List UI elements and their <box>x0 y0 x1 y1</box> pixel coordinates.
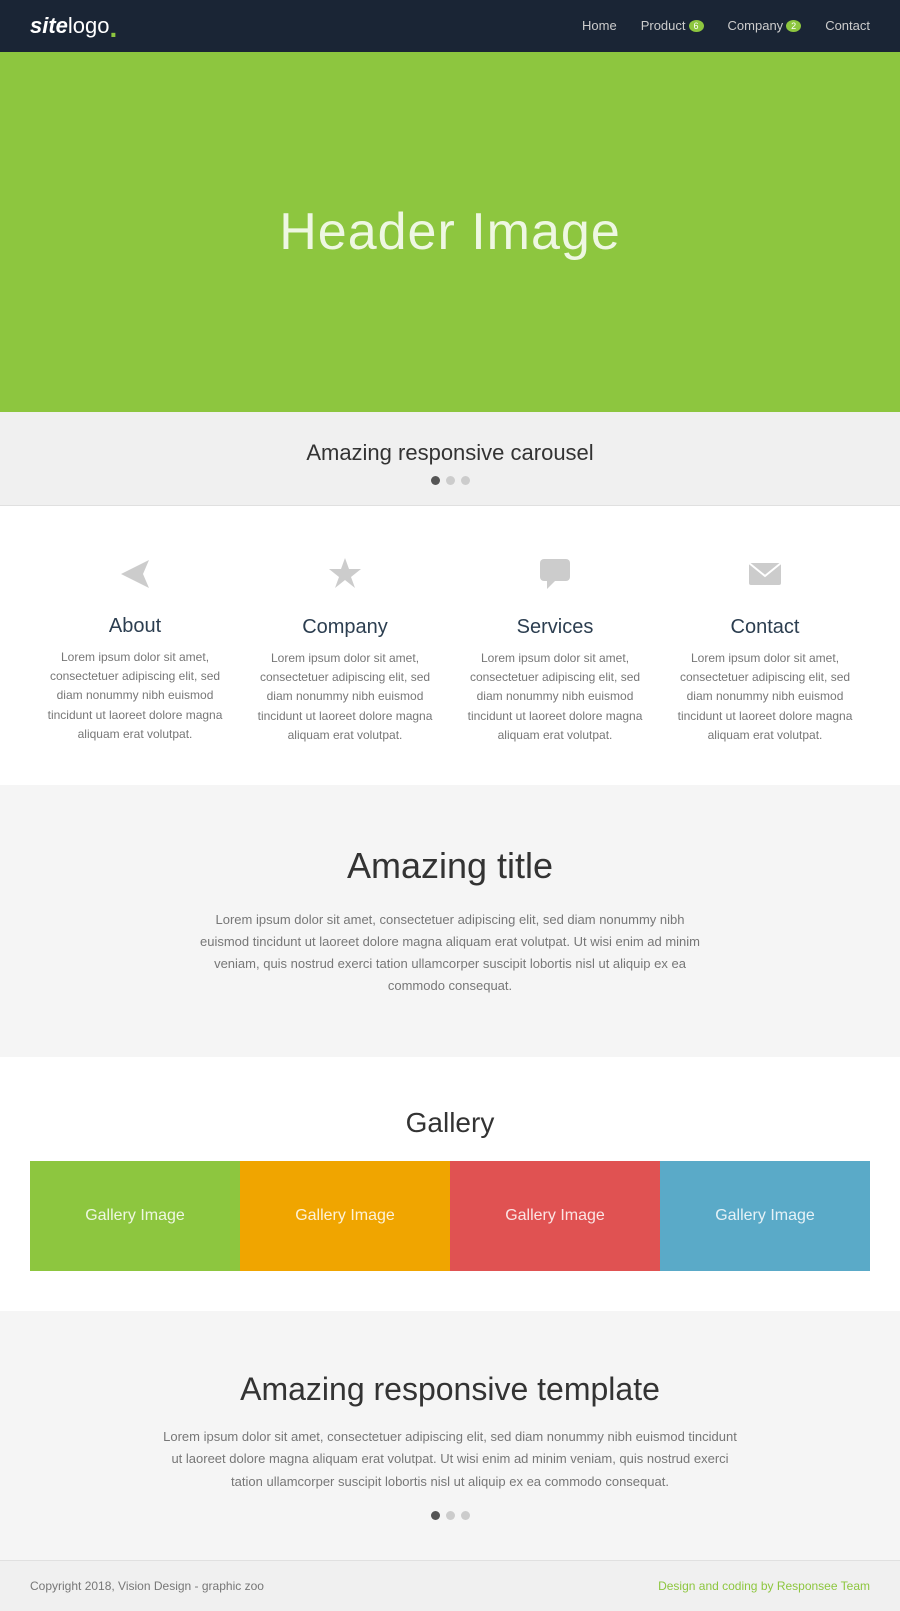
nav-item-product[interactable]: Product6 <box>641 17 704 35</box>
carousel-dot-3[interactable] <box>461 476 470 485</box>
feature-services-title: Services <box>460 616 650 639</box>
product-badge: 6 <box>689 20 704 32</box>
template-dot-1[interactable] <box>431 1511 440 1520</box>
feature-contact: Contact Lorem ipsum dolor sit amet, cons… <box>660 556 870 745</box>
feature-services-text: Lorem ipsum dolor sit amet, consectetuer… <box>460 649 650 745</box>
gallery-item-3-label: Gallery Image <box>505 1207 605 1225</box>
footer: Copyright 2018, Vision Design - graphic … <box>0 1560 900 1611</box>
logo[interactable]: sitelogo. <box>30 13 117 39</box>
about-text: Lorem ipsum dolor sit amet, consectetuer… <box>190 909 710 997</box>
nav-link-product[interactable]: Product <box>641 18 686 33</box>
template-text: Lorem ipsum dolor sit amet, consectetuer… <box>160 1426 740 1492</box>
template-dot-3[interactable] <box>461 1511 470 1520</box>
gallery-section: Gallery Gallery Image Gallery Image Gall… <box>0 1057 900 1311</box>
carousel-dot-2[interactable] <box>446 476 455 485</box>
gallery-item-2-label: Gallery Image <box>295 1207 395 1225</box>
footer-credit: Design and coding by Responsee Team <box>658 1579 870 1593</box>
nav-link-contact[interactable]: Contact <box>825 18 870 33</box>
feature-services: Services Lorem ipsum dolor sit amet, con… <box>450 556 660 745</box>
gallery-item-4-label: Gallery Image <box>715 1207 815 1225</box>
nav-item-contact[interactable]: Contact <box>825 17 870 35</box>
carousel-dot-1[interactable] <box>431 476 440 485</box>
nav-link-home[interactable]: Home <box>582 18 617 33</box>
about-title: Amazing title <box>30 845 870 887</box>
carousel-dots <box>0 476 900 485</box>
gallery-item-3[interactable]: Gallery Image <box>450 1161 660 1271</box>
arrow-icon <box>40 556 230 601</box>
template-section: Amazing responsive template Lorem ipsum … <box>0 1311 900 1559</box>
template-title: Amazing responsive template <box>30 1371 870 1408</box>
carousel-section: Amazing responsive carousel <box>0 412 900 506</box>
template-dot-2[interactable] <box>446 1511 455 1520</box>
gallery-item-4[interactable]: Gallery Image <box>660 1161 870 1271</box>
nav-item-home[interactable]: Home <box>582 17 617 35</box>
logo-logo-text: logo <box>68 13 110 39</box>
nav-links: Home Product6 Company2 Contact <box>582 17 870 35</box>
gallery-title: Gallery <box>30 1107 870 1139</box>
nav-item-company[interactable]: Company2 <box>728 17 802 35</box>
gallery-item-2[interactable]: Gallery Image <box>240 1161 450 1271</box>
mail-icon <box>670 556 860 602</box>
carousel-title: Amazing responsive carousel <box>0 440 900 466</box>
template-dots <box>30 1511 870 1520</box>
company-badge: 2 <box>786 20 801 32</box>
feature-about-text: Lorem ipsum dolor sit amet, consectetuer… <box>40 648 230 744</box>
star-icon <box>250 556 440 602</box>
nav-link-company[interactable]: Company <box>728 18 784 33</box>
gallery-item-1-label: Gallery Image <box>85 1207 185 1225</box>
feature-company-text: Lorem ipsum dolor sit amet, consectetuer… <box>250 649 440 745</box>
gallery-item-1[interactable]: Gallery Image <box>30 1161 240 1271</box>
footer-copyright: Copyright 2018, Vision Design - graphic … <box>30 1579 264 1593</box>
navbar: sitelogo. Home Product6 Company2 Contact <box>0 0 900 52</box>
feature-about-title: About <box>40 615 230 638</box>
hero-section: Header Image <box>0 52 900 412</box>
feature-company-title: Company <box>250 616 440 639</box>
feature-company: Company Lorem ipsum dolor sit amet, cons… <box>240 556 450 745</box>
feature-about: About Lorem ipsum dolor sit amet, consec… <box>30 556 240 744</box>
logo-site-text: site <box>30 13 68 39</box>
chat-icon <box>460 556 650 602</box>
features-section: About Lorem ipsum dolor sit amet, consec… <box>0 506 900 785</box>
gallery-grid: Gallery Image Gallery Image Gallery Imag… <box>30 1161 870 1271</box>
about-section: Amazing title Lorem ipsum dolor sit amet… <box>0 785 900 1057</box>
feature-contact-title: Contact <box>670 616 860 639</box>
feature-contact-text: Lorem ipsum dolor sit amet, consectetuer… <box>670 649 860 745</box>
hero-title: Header Image <box>279 202 621 262</box>
